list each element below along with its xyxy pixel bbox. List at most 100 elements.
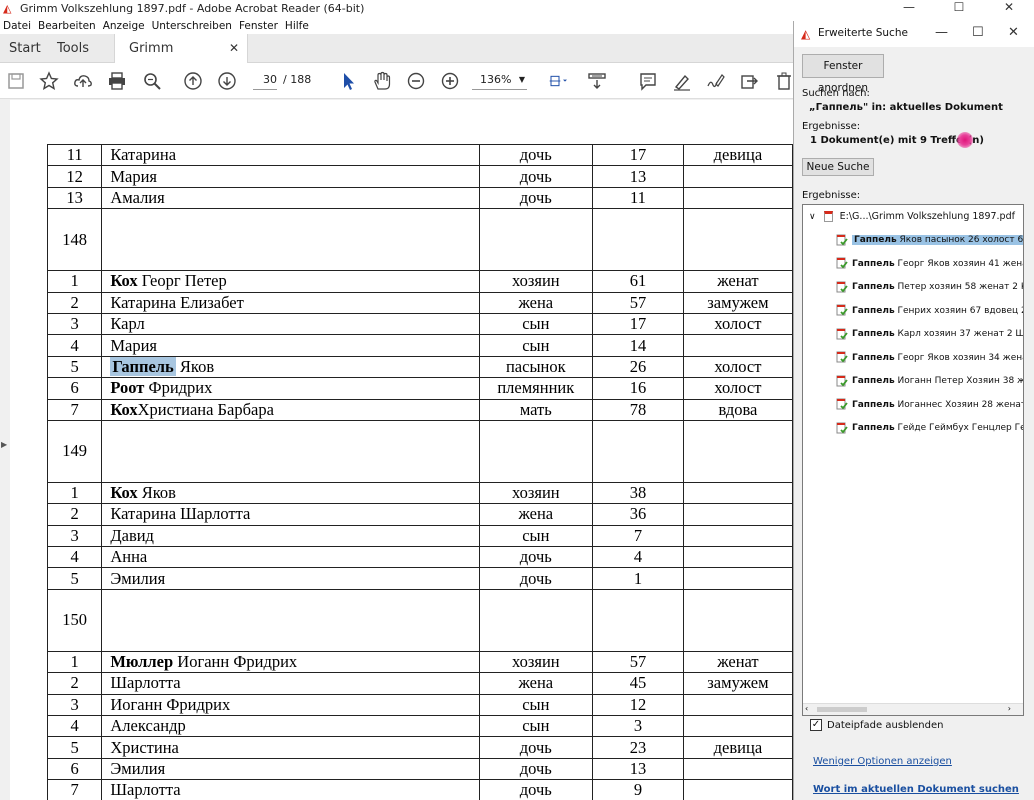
search-result-item[interactable]: Гаппель Георг Яков хозяин 41 женат [836, 256, 1023, 272]
tab-close-icon[interactable]: ✕ [229, 34, 239, 63]
relation: хозяин [478, 650, 594, 674]
empty-cell [101, 588, 480, 652]
search-result-item[interactable]: Гаппель Иоганнес Хозяин 28 женат ( [836, 397, 1023, 413]
zoom-select[interactable]: 136% ▼ [472, 70, 527, 90]
relation: дочь [478, 186, 594, 210]
maximize-button[interactable]: ☐ [934, 0, 984, 17]
row-number: 11 [46, 143, 103, 167]
relation: дочь [478, 779, 594, 800]
table-row: 5 Христина дочь 23 девица [46, 736, 793, 759]
menu-fenster[interactable]: Fenster [239, 20, 278, 32]
menu-datei[interactable]: Datei [3, 20, 31, 32]
new-search-button[interactable]: Neue Suche [802, 158, 874, 176]
surname: Мюллер [110, 652, 174, 672]
page-up-icon[interactable] [182, 71, 204, 93]
menu-anzeige[interactable]: Anzeige [103, 20, 145, 32]
row-number: 5 [46, 736, 103, 759]
table-row: 2 Катарина Шарлотта жена 36 [46, 503, 793, 526]
zoom-in-icon[interactable] [439, 71, 461, 93]
given-names: Эмилия [110, 568, 166, 588]
search-result-item[interactable]: Гаппель Генрих хозяин 67 вдовец 2 Г [836, 303, 1023, 319]
acrobat-icon: ◭ [3, 1, 12, 15]
search-result-item[interactable]: Гаппель Иоганн Петер Хозяин 38 же [836, 373, 1023, 389]
window-title: Grimm Volkszehlung 1897.pdf - Adobe Acro… [20, 2, 365, 15]
pdf-file-icon [823, 211, 833, 222]
panel-minimize-button[interactable]: — [935, 25, 948, 40]
minimize-button[interactable]: — [884, 0, 934, 17]
left-panel-strip[interactable]: ▶ [0, 100, 10, 800]
scrollbar-thumb[interactable] [817, 707, 867, 712]
search-result-icon [836, 281, 848, 293]
given-names: Давид [110, 525, 154, 545]
search-result-item[interactable]: Гаппель Яков пасынок 26 холост 6 Р [836, 232, 1023, 248]
results-root-file[interactable]: ∨ E:\G...\Grimm Volkszehlung 1897.pdf [809, 211, 1015, 222]
surname: Роот [110, 378, 145, 398]
highlight-pen-icon[interactable] [671, 71, 693, 93]
page-number-input[interactable]: 30 [253, 70, 277, 90]
select-cursor-icon[interactable] [337, 71, 359, 93]
relation: дочь [478, 567, 594, 590]
menu-hilfe[interactable]: Hilfe [285, 20, 309, 32]
search-word-link[interactable]: Wort im aktuellen Dokument suchen [813, 784, 1019, 795]
age: 57 [592, 650, 684, 674]
relation: сын [478, 693, 594, 717]
search-result-icon [836, 328, 848, 340]
tab-start[interactable]: Start [9, 34, 41, 63]
share-edit-icon[interactable] [738, 71, 760, 93]
hand-tool-icon[interactable] [371, 71, 393, 93]
search-result-item[interactable]: Гаппель Петер хозяин 58 женат 2 Ка [836, 279, 1023, 295]
bookmark-star-icon[interactable] [38, 71, 60, 93]
chevron-down-icon[interactable]: ∨ [809, 212, 816, 222]
row-number: 3 [46, 693, 103, 717]
table-row: 4 Мария сын 14 [46, 334, 793, 357]
scroll-mode-icon[interactable] [586, 71, 608, 93]
house-number: 148 [46, 208, 103, 272]
menu-bearbeiten[interactable]: Bearbeiten [38, 20, 96, 32]
search-result-item[interactable]: Гаппель Карл хозяин 37 женат 2 Шар [836, 326, 1023, 342]
row-number: 2 [46, 672, 103, 695]
panel-close-button[interactable]: ✕ [1008, 25, 1019, 40]
search-result-item[interactable]: Гаппель Гейде Геймбух Генцлер Геп [836, 420, 1023, 436]
empty-cell [101, 419, 480, 483]
search-icon[interactable] [141, 71, 163, 93]
person-name: КохХристиана Барбара [101, 398, 480, 421]
hide-paths-option[interactable]: ✓ Dateipfade ausblenden [810, 719, 943, 731]
scroll-right-icon[interactable]: › [1008, 704, 1011, 713]
print-icon[interactable] [106, 71, 128, 93]
table-row: 12 Мария дочь 13 [46, 165, 793, 188]
given-names: Александр [110, 716, 186, 736]
age: 61 [592, 270, 684, 293]
delete-icon[interactable] [773, 71, 795, 93]
row-number: 4 [46, 546, 103, 569]
panel-maximize-button[interactable]: ☐ [972, 25, 984, 40]
person-name: Христина [101, 736, 480, 759]
close-window-button[interactable]: ✕ [984, 0, 1034, 17]
search-result-text: Гаппель Георг Яков хозяин 41 женат [852, 259, 1023, 269]
search-result-item[interactable]: Гаппель Георг Яков хозяин 34 женат [836, 350, 1023, 366]
document-view[interactable]: ▶ 11 Катарина дочь 17 девица 12 Мария дочь 13 13 А… [0, 100, 793, 800]
marital-status: женат [682, 270, 793, 293]
results-tree[interactable]: ∨ E:\G...\Grimm Volkszehlung 1897.pdf Га… [802, 204, 1024, 716]
page-down-icon[interactable] [216, 71, 238, 93]
row-number: 3 [46, 312, 103, 336]
sign-icon[interactable] [704, 71, 726, 93]
tab-document[interactable]: Grimm Volkszehlun... ✕ [114, 34, 248, 85]
chevron-down-icon[interactable]: ▼ [519, 70, 525, 90]
table-row: 3 Карл сын 17 холост [46, 312, 793, 336]
tab-tools[interactable]: Tools [57, 34, 89, 63]
cloud-upload-icon[interactable] [72, 71, 94, 93]
save-icon[interactable] [5, 71, 27, 93]
fit-page-icon[interactable] [544, 71, 574, 93]
fewer-options-link[interactable]: Weniger Optionen anzeigen [813, 756, 952, 767]
hide-paths-checkbox[interactable]: ✓ [810, 719, 822, 731]
expand-panel-icon[interactable]: ▶ [1, 440, 7, 449]
given-names: Георг Петер [137, 271, 227, 291]
horizontal-scrollbar[interactable]: ‹ › [803, 703, 1023, 715]
comment-icon[interactable] [637, 71, 659, 93]
scroll-left-icon[interactable]: ‹ [805, 704, 808, 713]
menu-unterschreiben[interactable]: Unterschreiben [152, 20, 232, 32]
zoom-out-icon[interactable] [405, 71, 427, 93]
arrange-windows-button[interactable]: Fenster anordnen [802, 54, 884, 94]
age: 26 [592, 355, 684, 379]
person-name: Мюллер Иоганн Фридрих [101, 650, 480, 674]
